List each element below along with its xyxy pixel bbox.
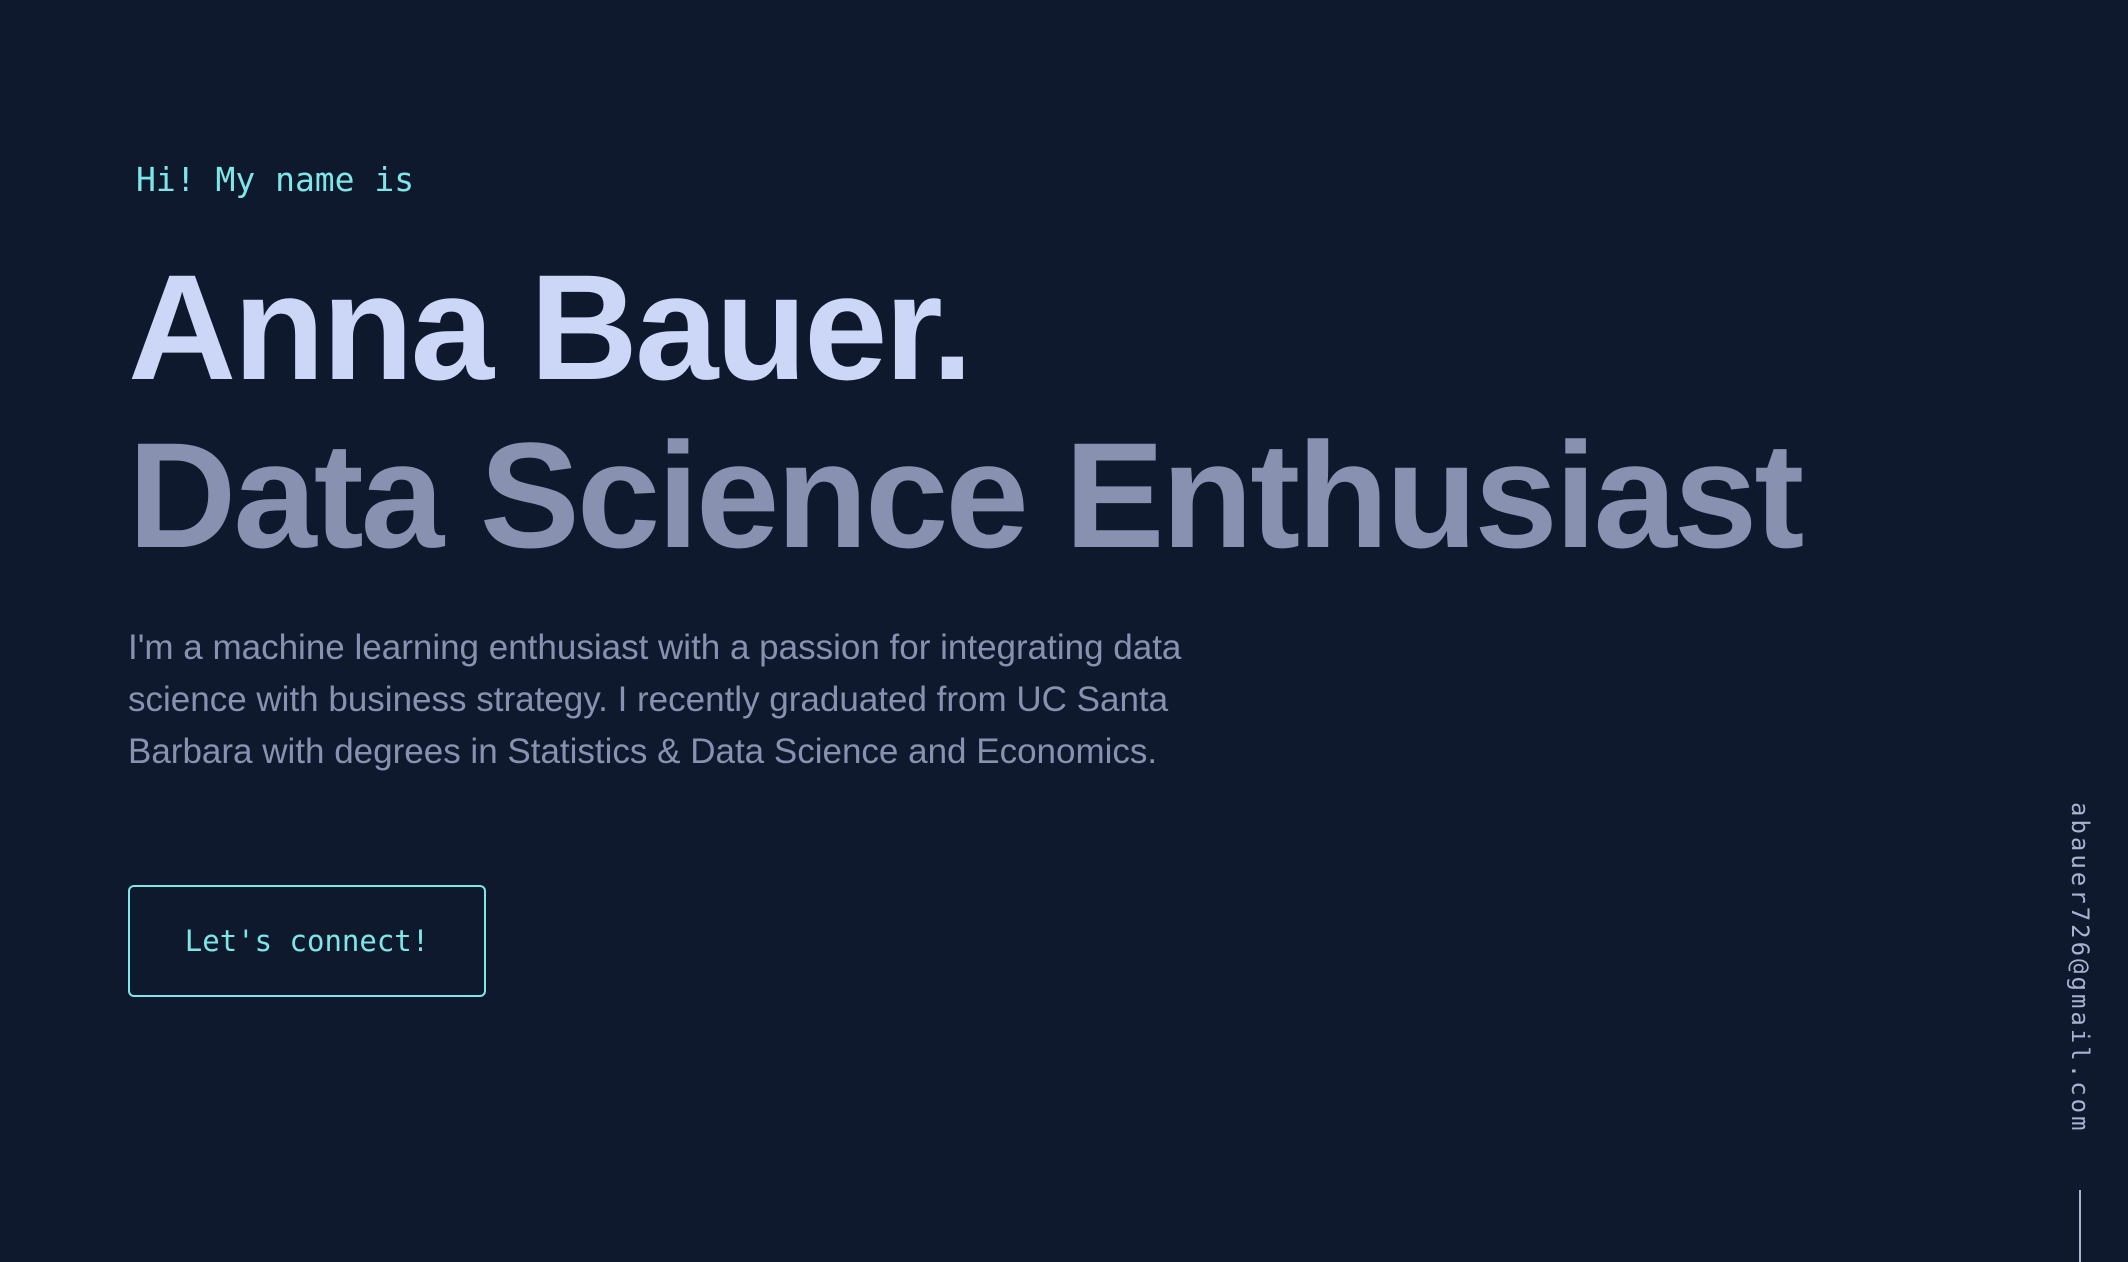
hero-tagline: Data Science Enthusiast bbox=[128, 411, 1804, 579]
hero-name: Anna Bauer. bbox=[128, 243, 973, 411]
lets-connect-button[interactable]: Let's connect! bbox=[128, 885, 486, 997]
greeting-text: Hi! My name is bbox=[136, 160, 415, 199]
side-email-bar: abauer726@gmail.com bbox=[2038, 0, 2128, 1262]
email-link[interactable]: abauer726@gmail.com bbox=[2066, 802, 2094, 1134]
email-divider-line bbox=[2079, 1190, 2081, 1262]
hero-bio: I'm a machine learning enthusiast with a… bbox=[128, 628, 1182, 771]
